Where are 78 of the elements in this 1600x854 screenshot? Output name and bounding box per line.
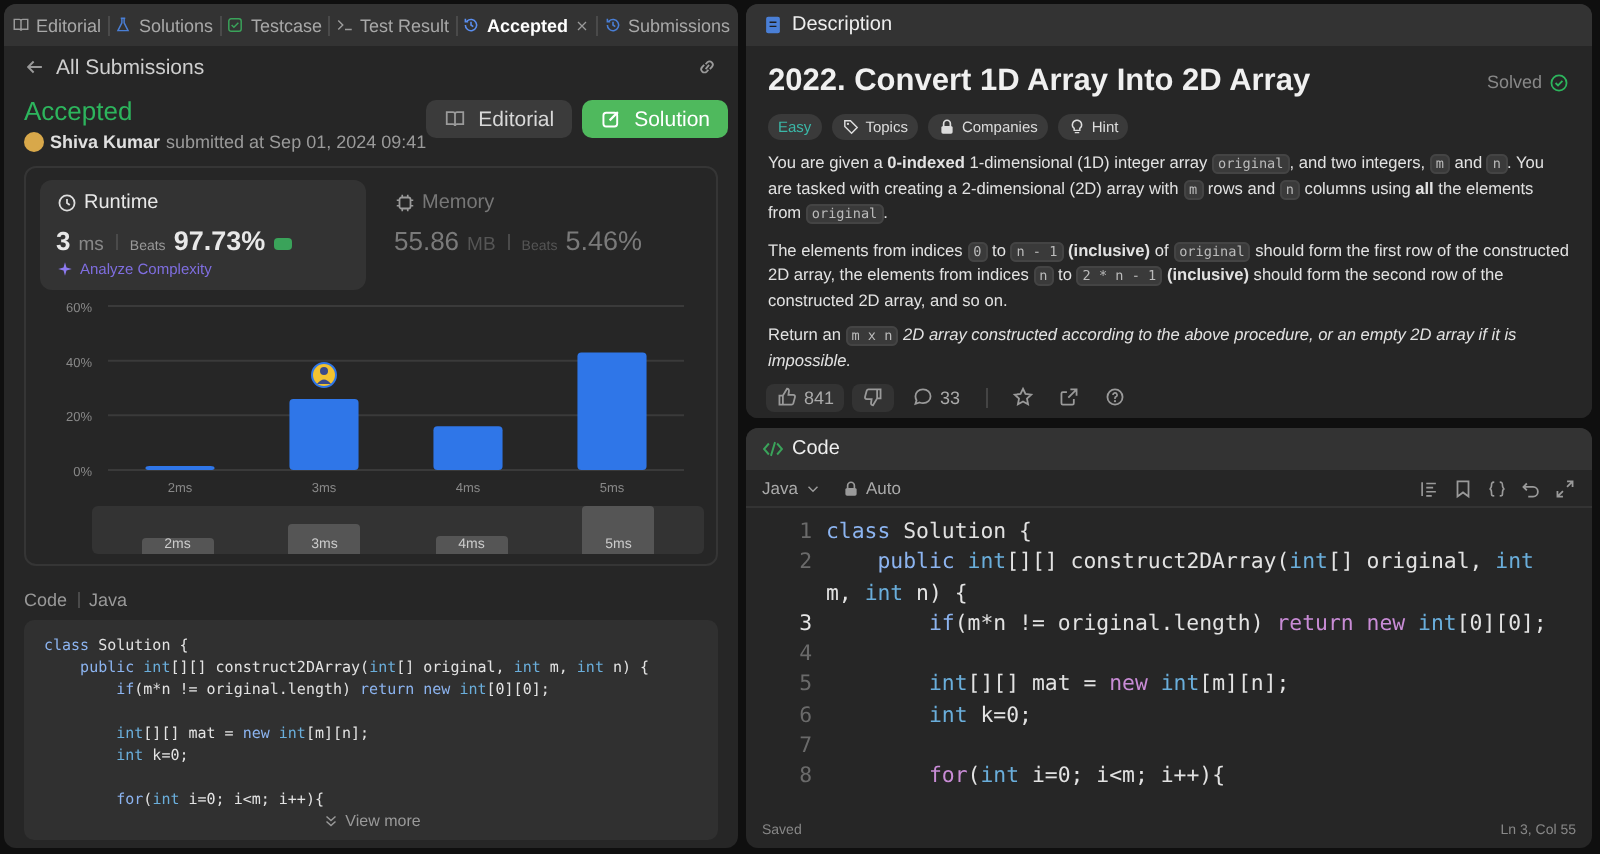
panel-tab[interactable]: Submissions [601, 15, 732, 35]
problem-title: 2022. Convert 1D Array Into 2D Array [768, 64, 1311, 100]
document-icon [762, 14, 784, 36]
expand-icon[interactable] [1554, 477, 1576, 499]
share-icon[interactable] [1058, 386, 1081, 408]
terminal-icon [335, 16, 354, 34]
line-number: 6 [797, 699, 814, 731]
chevrons-icon [321, 812, 340, 830]
view-more-link[interactable]: View more [321, 810, 421, 832]
stat-value: 3 [56, 226, 71, 256]
status-text: Accepted [24, 96, 135, 126]
link-icon[interactable] [696, 56, 718, 78]
lightbulb-icon [1067, 118, 1086, 136]
code-line: for(int i=0; i<m; i++){ [926, 760, 1227, 792]
solved-label: Solved [1486, 71, 1570, 93]
book-icon [444, 108, 467, 130]
tag-icon [841, 118, 860, 136]
star-icon[interactable] [1012, 386, 1035, 408]
auto-mode-label: Auto [841, 478, 901, 498]
language-label: Java [89, 590, 128, 610]
undo-icon[interactable] [1520, 477, 1542, 499]
panel-tab[interactable]: Accepted [460, 15, 592, 35]
beats-percent: 97.73% [173, 226, 266, 256]
close-icon[interactable] [574, 17, 590, 33]
line-number: 2 [797, 546, 814, 579]
comment-icon [912, 386, 935, 408]
clock-icon [56, 192, 78, 214]
chip-icon [394, 192, 416, 214]
like-button[interactable]: 841 [766, 383, 845, 411]
code-label: Code [24, 590, 68, 610]
bookmark-icon[interactable] [1452, 477, 1474, 499]
check-circle-icon [1548, 71, 1570, 93]
code-line: public int[][] construct2DArray(int[] original, int m, int n) { [826, 546, 1536, 608]
sparkle-icon [56, 260, 74, 278]
thumbs-down-icon [862, 386, 885, 408]
line-number: 4 [797, 638, 814, 669]
author-name[interactable]: Shiva Kumar [50, 132, 161, 152]
code-line: if(m*n != original.length) return new int[0][0]; [926, 607, 1549, 639]
lock-icon [937, 118, 956, 136]
history-icon [603, 16, 622, 34]
back-link[interactable]: All Submissions [24, 55, 205, 79]
distribution-bar[interactable] [145, 465, 215, 470]
submitted-time: submitted at Sep 01, 2024 09:41 [166, 132, 427, 152]
stat-value: 55.86 [394, 226, 460, 256]
braces-icon[interactable] [1486, 477, 1508, 499]
editorial-button[interactable]: Editorial [426, 100, 573, 138]
book-icon [12, 16, 30, 34]
history-icon [462, 16, 481, 34]
code-icon [762, 438, 784, 460]
comments-button[interactable]: 33 [902, 383, 971, 411]
panel-tab[interactable]: Test Result [333, 15, 452, 35]
thumbs-up-icon [776, 386, 798, 408]
help-icon[interactable] [1104, 386, 1127, 408]
line-number: 8 [797, 760, 814, 792]
code-line: class Solution { [826, 516, 1034, 547]
edit-icon [600, 108, 623, 130]
stat-unit: ms [78, 234, 104, 256]
dislike-button[interactable] [852, 383, 895, 411]
panel-tab[interactable]: Solutions [112, 15, 216, 35]
flask-icon [114, 16, 133, 34]
line-number: 1 [797, 516, 814, 547]
lock-icon [841, 479, 860, 497]
panel-tab[interactable]: Editorial [10, 15, 104, 35]
line-number: 7 [797, 730, 814, 761]
avatar-marker [311, 361, 337, 388]
format-icon[interactable] [1418, 477, 1440, 499]
panel-tab[interactable]: Description [762, 14, 893, 36]
panel-tab[interactable]: Code [762, 438, 840, 460]
checkbox-icon [226, 16, 245, 34]
avatar [24, 132, 44, 152]
code-line: int[][] mat = new int[m][n]; [926, 668, 1292, 700]
code-line: int k=0; [926, 699, 1034, 731]
beats-percent: 5.46% [565, 226, 642, 256]
panel-tab[interactable]: Testcase [224, 15, 325, 35]
line-number: 5 [797, 668, 814, 700]
back-arrow-icon [24, 56, 46, 78]
line-number: 3 [797, 607, 814, 639]
language-dropdown[interactable]: Java [762, 478, 822, 498]
